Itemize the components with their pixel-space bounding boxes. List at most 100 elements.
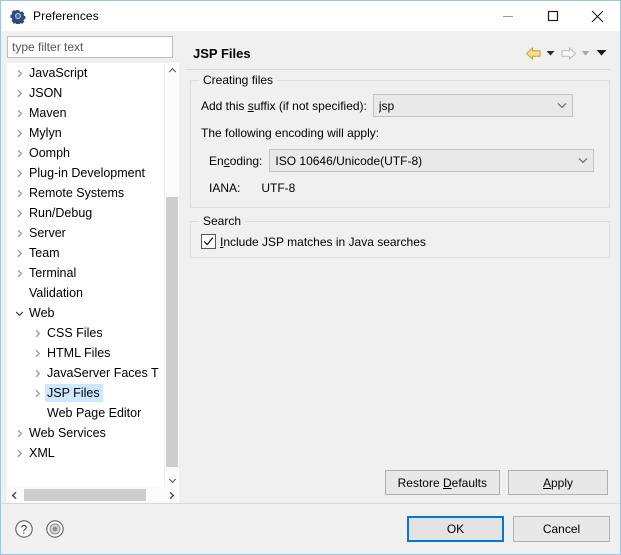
tree-item-javaserver-faces-t[interactable]: JavaServer Faces T [7,363,165,383]
tree-item-team[interactable]: Team [7,243,165,263]
preferences-dialog: Preferences JavaScript JSON Maven Mylyn Oomp… [0,0,621,555]
tree-item-label: Web Page Editor [47,406,142,420]
apply-button[interactable]: Apply [508,470,608,495]
include-jsp-matches-checkbox-row[interactable]: Include JSP matches in Java searches [201,234,599,249]
tree-item-web-page-editor[interactable]: Web Page Editor [7,403,165,423]
chevron-right-icon[interactable] [11,223,27,243]
scroll-down-button[interactable] [165,473,179,487]
tree-horizontal-scroll-thumb[interactable] [24,489,146,501]
circle-target-icon[interactable] [44,518,66,540]
iana-row: IANA: UTF-8 [201,181,599,195]
page-title: JSP Files [193,45,251,61]
tree-item-css-files[interactable]: CSS Files [7,323,165,343]
window-title: Preferences [33,9,99,23]
apply-post: pply [551,475,574,490]
iana-label: IANA: [209,181,241,195]
tree-item-plug-in-development[interactable]: Plug-in Development [7,163,165,183]
scroll-right-button[interactable] [164,487,179,503]
tree-item-mylyn[interactable]: Mylyn [7,123,165,143]
search-group: Search Include JSP matches in Java searc… [190,214,610,258]
cancel-label: Cancel [542,522,581,536]
chevron-right-icon[interactable] [11,243,27,263]
tree-item-xml[interactable]: XML [7,443,165,463]
tree-item-oomph[interactable]: Oomph [7,143,165,163]
tree-horizontal-scrollbar[interactable] [7,487,179,503]
scroll-left-button[interactable] [7,487,22,503]
window-controls [485,1,620,31]
back-history-dropdown-icon[interactable] [544,42,557,64]
suffix-label-pre: Add this [201,98,248,113]
tree-item-server[interactable]: Server [7,223,165,243]
creating-files-group: Creating files Add this suffix (if not s… [190,73,610,208]
tree-item-label: JSON [29,86,63,100]
restore-defaults-button[interactable]: Restore Defaults [384,470,500,495]
chevron-right-icon[interactable] [11,103,27,123]
tree-vertical-scroll-thumb[interactable] [166,197,178,467]
tree-item-label: Oomph [29,146,70,160]
restore-defaults-label: Restore Defaults [398,476,487,490]
tree-item-label: CSS Files [47,326,103,340]
tree-item-jsp-files[interactable]: JSP Files [7,383,165,403]
tree-item-javascript[interactable]: JavaScript [7,63,165,83]
chevron-right-icon[interactable] [29,383,45,403]
chevron-right-icon[interactable] [11,423,27,443]
suffix-combo[interactable]: jsp [372,94,573,117]
tree-item-remote-systems[interactable]: Remote Systems [7,183,165,203]
title-bar: Preferences [1,1,620,31]
footer-icons: ? [13,518,407,540]
chevron-right-icon[interactable] [11,203,27,223]
close-button[interactable] [575,1,620,31]
suffix-label: Add this suffix (if not specified): [201,99,367,113]
tree-item-json[interactable]: JSON [7,83,165,103]
tree-item-spacer [29,403,45,423]
tree-item-label: JSP Files [45,384,103,402]
cancel-button[interactable]: Cancel [513,516,610,542]
include-jsp-matches-checkbox[interactable] [201,234,216,249]
horizontal-scroll-track[interactable] [22,487,164,503]
chevron-right-icon[interactable] [29,363,45,383]
back-arrow-icon[interactable] [522,42,544,64]
minimize-button[interactable] [485,1,530,31]
view-menu-chevron-icon[interactable] [592,42,610,64]
tree-item-web-services[interactable]: Web Services [7,423,165,443]
tree-item-html-files[interactable]: HTML Files [7,343,165,363]
preferences-tree: JavaScript JSON Maven Mylyn Oomph Plug-in Dev… [7,63,179,503]
chevron-right-icon[interactable] [11,143,27,163]
help-question-icon[interactable]: ? [13,518,35,540]
chevron-right-icon[interactable] [11,263,27,283]
chevron-right-icon[interactable] [11,63,27,83]
tree-item-label: Web [29,306,55,320]
chevron-right-icon[interactable] [29,343,45,363]
tree-item-web[interactable]: Web [7,303,165,323]
ok-button[interactable]: OK [407,516,504,542]
chevron-right-icon[interactable] [11,123,27,143]
tree-item-validation[interactable]: Validation [7,283,165,303]
chevron-down-icon[interactable] [11,303,27,323]
chevron-right-icon[interactable] [11,183,27,203]
scroll-up-button[interactable] [165,63,179,77]
chevron-right-icon[interactable] [11,163,27,183]
tree-item-label: Run/Debug [29,206,93,220]
tree-item-maven[interactable]: Maven [7,103,165,123]
suffix-label-post: uffix (if not specified): [253,98,367,113]
filter-input[interactable] [7,36,173,58]
footer-buttons: OK Cancel [407,516,610,542]
ok-label: OK [446,522,465,536]
chevron-down-icon [573,150,593,171]
tree-item-run-debug[interactable]: Run/Debug [7,203,165,223]
encoding-label: Encoding: [209,154,262,168]
chevron-right-icon[interactable] [29,323,45,343]
chevron-right-icon[interactable] [11,443,27,463]
encoding-label-post: oding: [229,153,263,168]
tree-item-label: Maven [29,106,67,120]
tree-item-spacer [11,283,27,303]
suffix-combo-value: jsp [378,98,395,113]
chevron-right-icon[interactable] [11,83,27,103]
tree-item-terminal[interactable]: Terminal [7,263,165,283]
tree-item-label: HTML Files [47,346,111,360]
forward-arrow-icon [557,42,579,64]
encoding-combo[interactable]: ISO 10646/Unicode(UTF-8) [269,149,595,172]
tree-vertical-scrollbar[interactable] [164,63,179,487]
maximize-button[interactable] [530,1,575,31]
svg-text:?: ? [21,524,27,536]
